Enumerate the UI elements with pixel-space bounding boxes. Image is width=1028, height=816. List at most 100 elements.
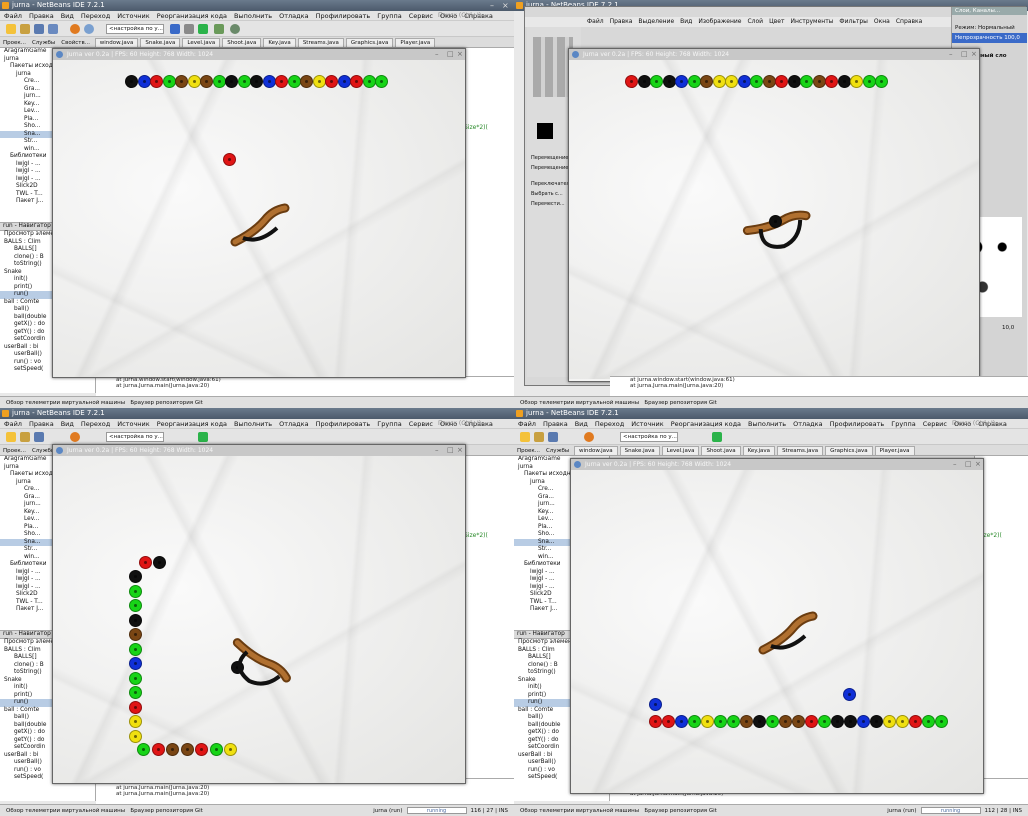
game-window[interactable]: Jurna ver 0.2a | FPS: 60 Height: 768 Wid… — [52, 48, 466, 378]
search-input[interactable]: Поиск (Ctrl+I) — [952, 419, 1022, 429]
tab-level-java[interactable]: Level.java — [661, 446, 700, 455]
menu-profile[interactable]: Профилировать — [316, 420, 371, 428]
game-window[interactable]: Jurna ver 0.2a | FPS: 60 Height: 768 Wid… — [570, 458, 984, 794]
menu-view[interactable]: Вид — [61, 420, 74, 428]
close-icon[interactable]: × — [502, 1, 509, 10]
tab-snake-java[interactable]: Snake.java — [140, 38, 181, 47]
tab-properties[interactable]: Свойств... — [58, 38, 93, 47]
menu-source[interactable]: Источник — [117, 12, 149, 20]
gimp-menu-view[interactable]: Вид — [680, 18, 692, 25]
maximize-icon[interactable]: □ — [447, 49, 454, 60]
redo-icon[interactable] — [84, 24, 94, 34]
pick-layer-option[interactable]: Выбрать с... — [531, 191, 563, 197]
game-canvas[interactable] — [569, 60, 979, 379]
save-all-icon[interactable] — [34, 24, 44, 34]
opacity-row[interactable]: Непрозрачность 100,0 — [952, 33, 1027, 43]
menu-run[interactable]: Выполнить — [748, 420, 786, 428]
layer-mode-select[interactable]: Режим: Нормальный — [952, 15, 1027, 33]
menu-file[interactable]: Файл — [4, 420, 22, 428]
opacity-value[interactable]: 100,0 — [1004, 35, 1020, 41]
tab-shoot-java[interactable]: Shoot.java — [701, 446, 741, 455]
tab-snake-java[interactable]: Snake.java — [619, 446, 660, 455]
menu-file[interactable]: Файл — [4, 12, 22, 20]
menu-navigate[interactable]: Переход — [81, 420, 110, 428]
menu-tools[interactable]: Сервис — [409, 420, 433, 428]
move-active-option[interactable]: Перемести... — [531, 201, 565, 207]
tab-window-java[interactable]: window.java — [94, 38, 139, 47]
clean-build-icon[interactable] — [184, 24, 194, 34]
new-project-icon[interactable] — [6, 432, 16, 442]
tab-window-java[interactable]: window.java — [574, 446, 618, 455]
game-window[interactable]: Jurna ver 0.2a | FPS: 60 Height: 768 Wid… — [52, 444, 466, 784]
tab-projects[interactable]: Проек... — [0, 38, 29, 47]
tab-player-java[interactable]: Player.java — [395, 38, 436, 47]
game-canvas[interactable] — [53, 60, 465, 377]
maximize-icon[interactable]: □ — [447, 445, 454, 456]
menu-team[interactable]: Группа — [377, 12, 401, 20]
menu-debug[interactable]: Отладка — [279, 420, 308, 428]
menu-edit[interactable]: Правка — [29, 420, 54, 428]
tab-key-java[interactable]: Key.java — [742, 446, 776, 455]
tab-streams-java[interactable]: Streams.java — [297, 38, 344, 47]
menu-edit[interactable]: Правка — [29, 12, 54, 20]
tab-key-java[interactable]: Key.java — [263, 38, 296, 47]
menu-navigate[interactable]: Переход — [595, 420, 624, 428]
minimize-icon[interactable]: – — [953, 459, 957, 470]
profile-icon[interactable] — [230, 24, 240, 34]
gimp-menu-layer[interactable]: Слой — [747, 18, 763, 25]
minimize-icon[interactable]: – — [949, 49, 953, 60]
vm-telemetry-tab[interactable]: Обзор телеметрии виртуальной машины — [520, 808, 639, 814]
open-project-icon[interactable] — [20, 24, 30, 34]
config-combo[interactable]: <настройка по у... — [106, 432, 164, 442]
undo-icon[interactable] — [70, 24, 80, 34]
undo-icon[interactable] — [584, 432, 594, 442]
game-window[interactable]: Jurna ver 0.2a | FPS: 60 Height: 768 Wid… — [568, 48, 980, 382]
gimp-menu-filters[interactable]: Фильтры — [839, 18, 867, 25]
close-icon[interactable]: × — [971, 49, 977, 60]
git-browser-tab[interactable]: Браузер репозитория Git — [130, 400, 202, 406]
menu-tools[interactable]: Сервис — [923, 420, 947, 428]
search-input[interactable]: Поиск (Ctrl+I) — [438, 419, 508, 429]
menu-run[interactable]: Выполнить — [234, 420, 272, 428]
save-icon[interactable] — [48, 24, 58, 34]
menu-debug[interactable]: Отладка — [793, 420, 822, 428]
vm-telemetry-tab[interactable]: Обзор телеметрии виртуальной машины — [6, 808, 125, 814]
gimp-menu-select[interactable]: Выделение — [638, 18, 674, 25]
save-all-icon[interactable] — [34, 432, 44, 442]
tab-shoot-java[interactable]: Shoot.java — [222, 38, 262, 47]
menu-file[interactable]: Файл — [518, 420, 536, 428]
game-canvas[interactable] — [571, 470, 983, 793]
close-icon[interactable]: × — [457, 445, 463, 456]
menu-team[interactable]: Группа — [377, 420, 401, 428]
foreground-color-swatch[interactable] — [537, 123, 553, 139]
new-project-icon[interactable] — [520, 432, 530, 442]
tab-graphics-java[interactable]: Graphics.java — [345, 38, 394, 47]
menu-source[interactable]: Источник — [631, 420, 663, 428]
running-progress[interactable]: running — [406, 807, 467, 814]
gimp-menu-edit[interactable]: Правка — [610, 18, 633, 25]
brush-size-value[interactable]: 10,0 — [1002, 325, 1014, 331]
menu-profile[interactable]: Профилировать — [830, 420, 885, 428]
tab-projects[interactable]: Проек... — [514, 446, 543, 455]
minimize-icon[interactable]: – — [490, 1, 494, 10]
close-icon[interactable]: × — [457, 49, 463, 60]
menu-debug[interactable]: Отладка — [279, 12, 308, 20]
menu-edit[interactable]: Правка — [543, 420, 568, 428]
hammer-icon[interactable] — [170, 24, 180, 34]
tab-graphics-java[interactable]: Graphics.java — [825, 446, 873, 455]
maximize-icon[interactable]: □ — [965, 459, 972, 470]
run-icon[interactable] — [712, 432, 722, 442]
tab-services[interactable]: Службы — [29, 38, 58, 47]
menu-refactor[interactable]: Реорганизация кода — [157, 420, 227, 428]
git-browser-tab[interactable]: Браузер репозитория Git — [644, 808, 716, 814]
tab-player-java[interactable]: Player.java — [874, 446, 915, 455]
git-browser-tab[interactable]: Браузер репозитория Git — [130, 808, 202, 814]
menu-view[interactable]: Вид — [61, 12, 74, 20]
tab-level-java[interactable]: Level.java — [182, 38, 221, 47]
minimize-icon[interactable]: – — [435, 49, 439, 60]
gimp-menu-windows[interactable]: Окна — [874, 18, 890, 25]
menu-run[interactable]: Выполнить — [234, 12, 272, 20]
search-input[interactable]: Поиск (Ctrl+I) — [438, 11, 508, 21]
config-combo[interactable]: <настройка по у... — [620, 432, 678, 442]
gimp-menu-image[interactable]: Изображение — [698, 18, 741, 25]
